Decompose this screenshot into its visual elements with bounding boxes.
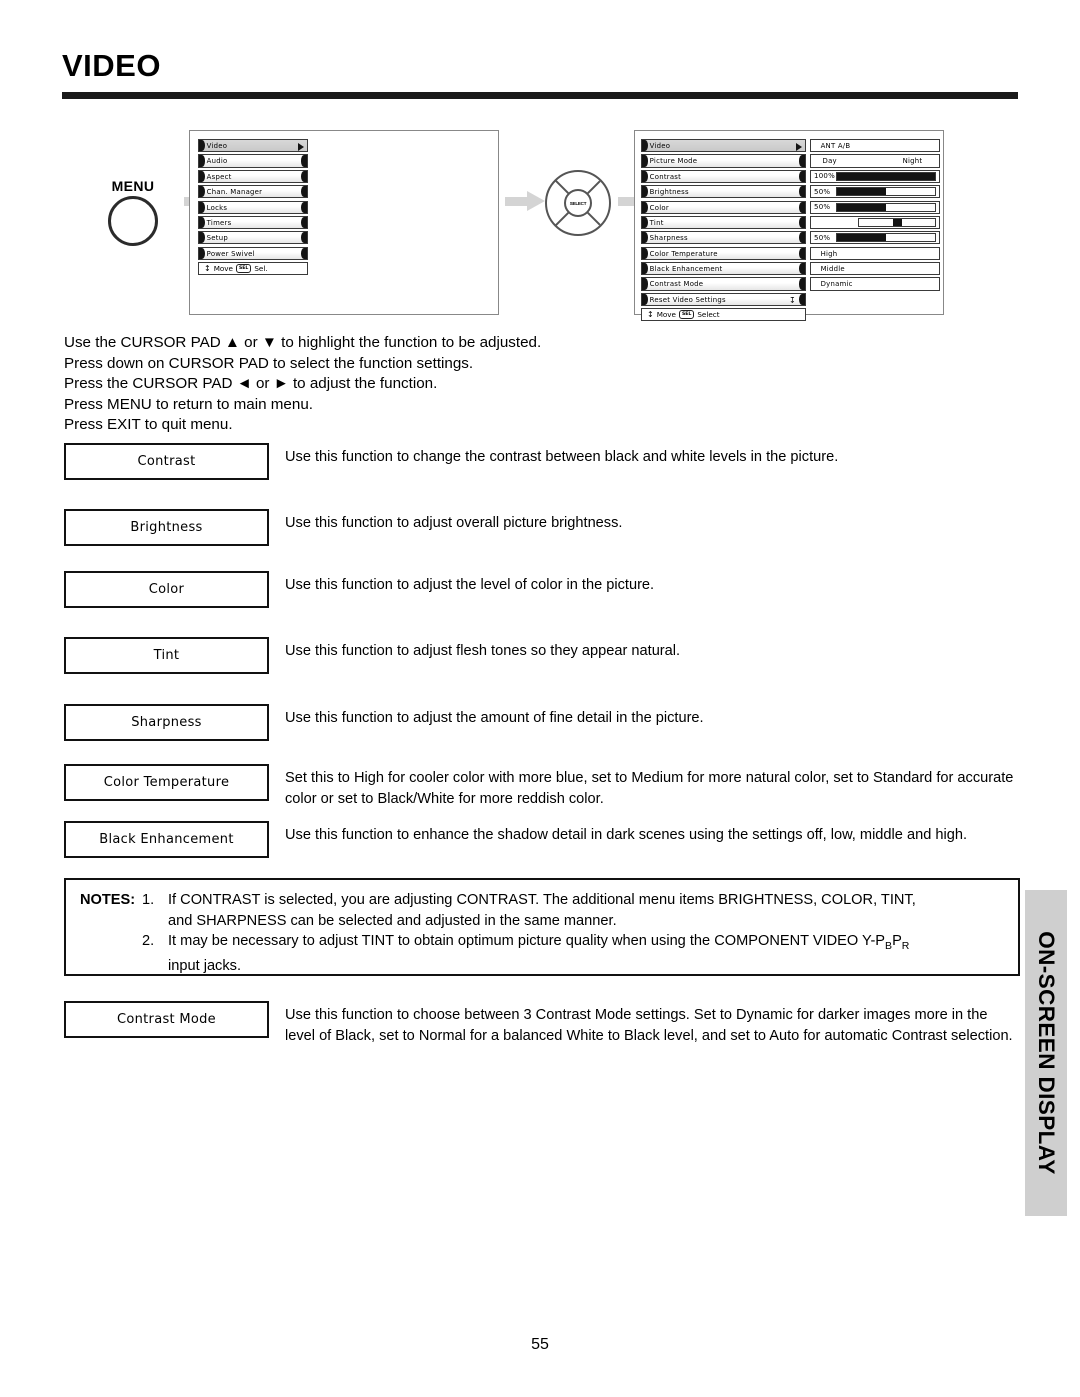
instruction-line: Use the CURSOR PAD ▲ or ▼ to highlight t… xyxy=(64,334,542,351)
move-label: Move xyxy=(656,310,676,320)
menu-button-circle xyxy=(108,196,158,246)
menu-button-label: MENU xyxy=(111,178,155,194)
note-item: NOTES: 1. If CONTRAST is selected, you a… xyxy=(80,890,1004,911)
osd-value-black-enhancement[interactable]: Middle xyxy=(810,262,940,276)
feature-description: Use this function to enhance the shadow … xyxy=(285,827,968,843)
select-label: Select xyxy=(697,310,720,320)
color-slider[interactable] xyxy=(836,202,936,212)
brightness-slider[interactable] xyxy=(836,187,936,197)
brightness-percent: 50% xyxy=(814,187,831,196)
sel-key-icon: SEL xyxy=(678,310,695,320)
note-text-cont: and SHARPNESS can be selected and adjust… xyxy=(168,912,617,929)
osd-row-audio[interactable]: Audio xyxy=(198,154,308,168)
right-arrow-icon xyxy=(505,191,545,211)
feature-name-box: Brightness xyxy=(64,509,269,546)
instructions-block: Use the CURSOR PAD ▲ or ▼ to highlight t… xyxy=(64,333,541,436)
picture-mode-day: Day xyxy=(822,156,837,166)
osd-value-picture-mode[interactable]: Day Night xyxy=(810,154,940,168)
osd-row-picture-mode[interactable]: Picture Mode xyxy=(641,154,806,168)
note-text: It may be necessary to adjust TINT to ob… xyxy=(168,933,910,952)
contrast-percent: 100% xyxy=(814,172,836,181)
select-button-icon: SELECT xyxy=(564,189,592,217)
osd-row-video[interactable]: Video xyxy=(641,139,806,153)
feature-description: Use this function to choose between 3 Co… xyxy=(285,1007,1013,1044)
osd-video-menu-panel: Video Picture Mode Contrast Brightness C… xyxy=(634,130,944,322)
note-number: 1. xyxy=(142,892,155,908)
osd-value-color[interactable]: 50% xyxy=(810,200,940,214)
feature-name-box: Contrast xyxy=(64,443,269,480)
feature-name-box: Color Temperature xyxy=(64,764,269,801)
section-side-tab: ON-SCREEN DISPLAY xyxy=(1025,890,1067,1216)
feature-name-box: Color xyxy=(64,571,269,608)
osd-row-chan-manager[interactable]: Chan. Manager xyxy=(198,185,308,199)
instruction-line: Press down on CURSOR PAD to select the f… xyxy=(64,354,474,372)
contrast-slider[interactable] xyxy=(836,171,936,181)
osd-value-contrast[interactable]: 100% xyxy=(810,169,940,183)
osd-value-color-temperature[interactable]: High xyxy=(810,246,940,260)
feature-description: Use this function to adjust overall pict… xyxy=(285,515,623,531)
note-text: If CONTRAST is selected, you are adjusti… xyxy=(168,892,916,908)
note-number: 2. xyxy=(142,933,155,949)
side-tab-label: ON-SCREEN DISPLAY xyxy=(1034,931,1059,1175)
color-percent: 50% xyxy=(814,203,831,212)
osd-value-sharpness[interactable]: 50% xyxy=(810,231,940,245)
osd-row-black-enhancement[interactable]: Black Enhancement xyxy=(641,262,806,276)
sharpness-slider[interactable] xyxy=(836,233,936,243)
picture-mode-night: Night xyxy=(902,156,923,166)
notes-label: NOTES: xyxy=(80,892,136,908)
feature-name-box: Tint xyxy=(64,637,269,674)
osd-value-ant-ab[interactable]: ANT A/B xyxy=(810,139,940,153)
osd-row-video[interactable]: Video xyxy=(198,139,308,153)
osd-main-menu-panel: Video Audio Aspect Chan. Manager Locks T… xyxy=(189,130,499,315)
osd-row-power-swivel[interactable]: Power Swivel xyxy=(198,246,308,260)
tint-slider[interactable] xyxy=(858,217,936,227)
osd-row-aspect[interactable]: Aspect xyxy=(198,169,308,183)
osd-row-reset-video-settings[interactable]: Reset Video Settings ↧ xyxy=(641,292,806,306)
osd-main-menu-footer: ↕ Move SEL Sel. xyxy=(198,262,308,276)
up-down-arrow-icon: ↕ xyxy=(204,263,211,273)
title-divider xyxy=(62,92,1018,99)
osd-video-menu-footer: ↕ Move SEL Select xyxy=(641,308,806,322)
instruction-line: Press the CURSOR PAD ◄ or ► to adjust th… xyxy=(64,375,438,393)
feature-name-box: Sharpness xyxy=(64,704,269,741)
osd-row-timers[interactable]: Timers xyxy=(198,215,308,230)
menu-flow-diagram: MENU Video Audio Aspect Chan. Manager Lo… xyxy=(62,128,1018,322)
feature-description: Use this function to adjust the amount o… xyxy=(285,710,704,726)
osd-row-color[interactable]: Color xyxy=(641,200,806,214)
select-label: Sel. xyxy=(254,264,268,274)
osd-value-tint[interactable] xyxy=(810,215,940,230)
menu-button-illustration: MENU xyxy=(90,178,176,246)
page-title: VIDEO xyxy=(62,48,161,83)
note-item: 2. It may be necessary to adjust TINT to… xyxy=(80,931,1004,956)
osd-row-color-temperature[interactable]: Color Temperature xyxy=(641,246,806,260)
osd-row-tint[interactable]: Tint xyxy=(641,215,806,230)
osd-value-brightness[interactable]: 50% xyxy=(810,185,940,199)
scroll-down-icon: ↧ xyxy=(789,295,796,305)
up-down-arrow-icon: ↕ xyxy=(647,309,654,319)
osd-row-contrast[interactable]: Contrast xyxy=(641,169,806,183)
instruction-line: Press EXIT to quit menu. xyxy=(64,416,233,434)
feature-description: Use this function to change the contrast… xyxy=(285,449,839,465)
note-text-cont: input jacks. xyxy=(168,958,242,975)
sharpness-percent: 50% xyxy=(814,233,831,242)
move-label: Move xyxy=(213,264,233,274)
osd-row-brightness[interactable]: Brightness xyxy=(641,185,806,199)
osd-value-contrast-mode[interactable]: Dynamic xyxy=(810,277,940,291)
sel-key-icon: SEL xyxy=(235,264,252,274)
cursor-pad-illustration: SELECT xyxy=(545,170,611,236)
osd-row-setup[interactable]: Setup xyxy=(198,231,308,245)
instruction-line: Press MENU to return to main menu. xyxy=(64,395,313,413)
feature-description: Use this function to adjust flesh tones … xyxy=(285,643,681,659)
osd-row-sharpness[interactable]: Sharpness xyxy=(641,231,806,245)
page-number: 55 xyxy=(531,1336,549,1353)
feature-name-box: Black Enhancement xyxy=(64,821,269,858)
feature-name-box: Contrast Mode xyxy=(64,1001,269,1038)
feature-description: Use this function to adjust the level of… xyxy=(285,577,655,593)
notes-box: NOTES: 1. If CONTRAST is selected, you a… xyxy=(64,878,1020,976)
osd-row-contrast-mode[interactable]: Contrast Mode xyxy=(641,277,806,291)
osd-row-locks[interactable]: Locks xyxy=(198,200,308,214)
feature-description: Set this to High for cooler color with m… xyxy=(285,770,1014,807)
